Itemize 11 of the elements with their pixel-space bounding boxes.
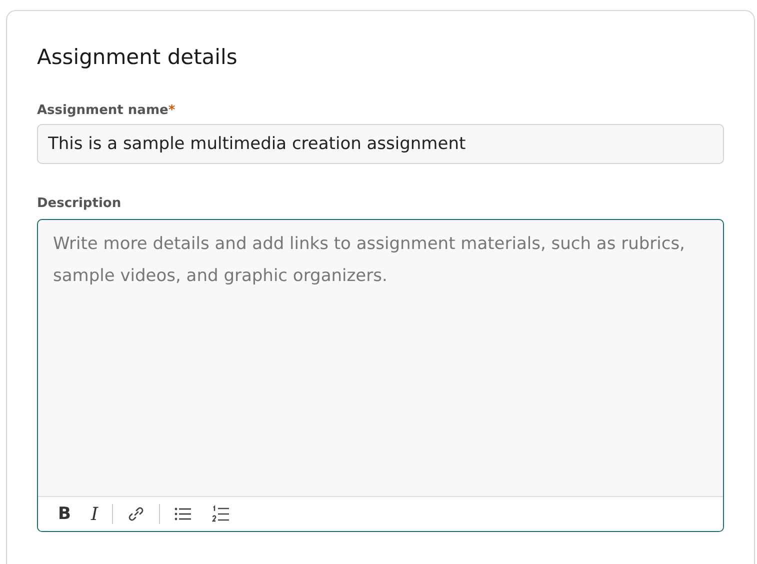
bulleted-list-icon bbox=[174, 506, 192, 522]
italic-button[interactable]: I bbox=[84, 501, 104, 527]
field-label: Description bbox=[37, 196, 122, 211]
description-editor[interactable]: Write more details and add links to assignment materials, such as rubrics, sample videos, and graphic organizers. B I bbox=[37, 219, 724, 532]
required-mark: * bbox=[168, 103, 176, 118]
field-label: Assignment name bbox=[37, 103, 168, 118]
bold-button[interactable]: B bbox=[52, 501, 77, 527]
section-title: Assignment details bbox=[37, 44, 238, 71]
input-field[interactable]: This is a sample multimedia creation assignment bbox=[37, 124, 724, 164]
link-icon bbox=[127, 505, 146, 523]
numbered-list-icon bbox=[212, 505, 230, 523]
